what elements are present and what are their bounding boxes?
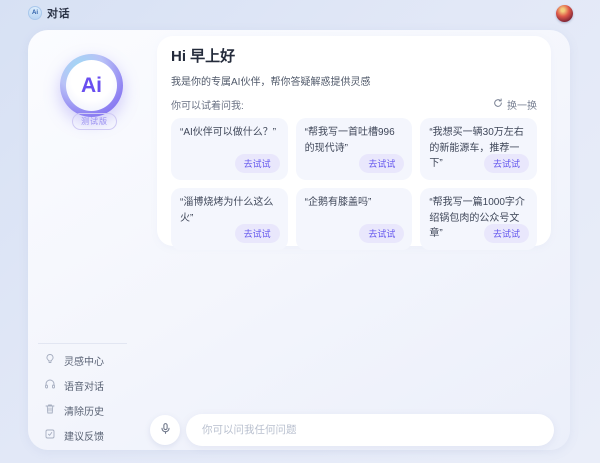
app-logo-icon: Ai <box>28 6 42 20</box>
app-title: 对话 <box>47 5 70 21</box>
sidebar-item-label: 灵感中心 <box>64 353 104 368</box>
sidebar-divider <box>38 343 127 344</box>
greeting-title: Hi 早上好 <box>171 48 537 66</box>
microphone-button[interactable] <box>150 415 180 445</box>
sidebar-item-clear-history[interactable]: 清除历史 <box>44 404 104 417</box>
suggestion-text: “AI伙伴可以做什么？” <box>180 125 279 141</box>
sidebar-item-voice[interactable]: 语音对话 <box>44 379 104 392</box>
try-it-button[interactable]: 去试试 <box>484 224 529 243</box>
main-panel: Ai 测试版 灵感中心 语音对话 <box>28 30 570 450</box>
suggestion-text: “帮我写一首吐槽996的现代诗” <box>305 125 404 156</box>
suggestion-card[interactable]: “淄博烧烤为什么这么火” 去试试 <box>171 188 288 250</box>
prompt-label: 你可以试着问我: <box>171 97 244 112</box>
microphone-icon <box>159 422 172 438</box>
try-it-button[interactable]: 去试试 <box>235 224 280 243</box>
sidebar-item-inspiration[interactable]: 灵感中心 <box>44 354 104 367</box>
ai-logo-text: Ai <box>66 60 117 111</box>
sidebar-item-feedback[interactable]: 建议反馈 <box>44 429 104 442</box>
feedback-icon <box>44 427 56 445</box>
suggestion-card[interactable]: “我想买一辆30万左右的新能源车，推荐一下” 去试试 <box>420 118 537 180</box>
lightbulb-icon <box>44 352 56 370</box>
suggestion-card[interactable]: “帮我写一篇1000字介绍锅包肉的公众号文章” 去试试 <box>420 188 537 250</box>
ai-logo-icon: Ai <box>60 54 123 117</box>
headphones-icon <box>44 377 56 395</box>
trash-icon <box>44 402 56 420</box>
suggestion-card[interactable]: “AI伙伴可以做什么？” 去试试 <box>171 118 288 180</box>
greeting-card: Hi 早上好 我是你的专属AI伙伴，帮你答疑解惑提供灵感 你可以试着问我: 换一… <box>157 36 551 246</box>
sidebar-menu: 灵感中心 语音对话 清除历史 建议反馈 <box>44 354 104 442</box>
refresh-icon <box>493 98 503 111</box>
message-input[interactable] <box>186 414 554 446</box>
nav-dialogue[interactable]: Ai 对话 <box>28 5 70 21</box>
suggestion-text: “淄博烧烤为什么这么火” <box>180 195 279 226</box>
sidebar-item-label: 语音对话 <box>64 378 104 393</box>
try-it-button[interactable]: 去试试 <box>359 154 404 173</box>
suggestion-card[interactable]: “帮我写一首吐槽996的现代诗” 去试试 <box>296 118 413 180</box>
suggestion-grid: “AI伙伴可以做什么？” 去试试 “帮我写一首吐槽996的现代诗” 去试试 “我… <box>171 118 537 250</box>
try-it-button[interactable]: 去试试 <box>235 154 280 173</box>
refresh-suggestions-button[interactable]: 换一换 <box>493 97 537 112</box>
suggestion-card[interactable]: “企鹅有膝盖吗” 去试试 <box>296 188 413 250</box>
sidebar-item-label: 建议反馈 <box>64 428 104 443</box>
user-avatar[interactable] <box>556 5 573 22</box>
sidebar-item-label: 清除历史 <box>64 403 104 418</box>
refresh-label: 换一换 <box>507 97 537 112</box>
greeting-subtitle: 我是你的专属AI伙伴，帮你答疑解惑提供灵感 <box>171 73 537 88</box>
topbar: Ai 对话 <box>0 0 600 28</box>
try-it-button[interactable]: 去试试 <box>484 154 529 173</box>
suggestion-text: “企鹅有膝盖吗” <box>305 195 404 211</box>
beta-badge: 测试版 <box>72 113 117 130</box>
try-it-button[interactable]: 去试试 <box>359 224 404 243</box>
